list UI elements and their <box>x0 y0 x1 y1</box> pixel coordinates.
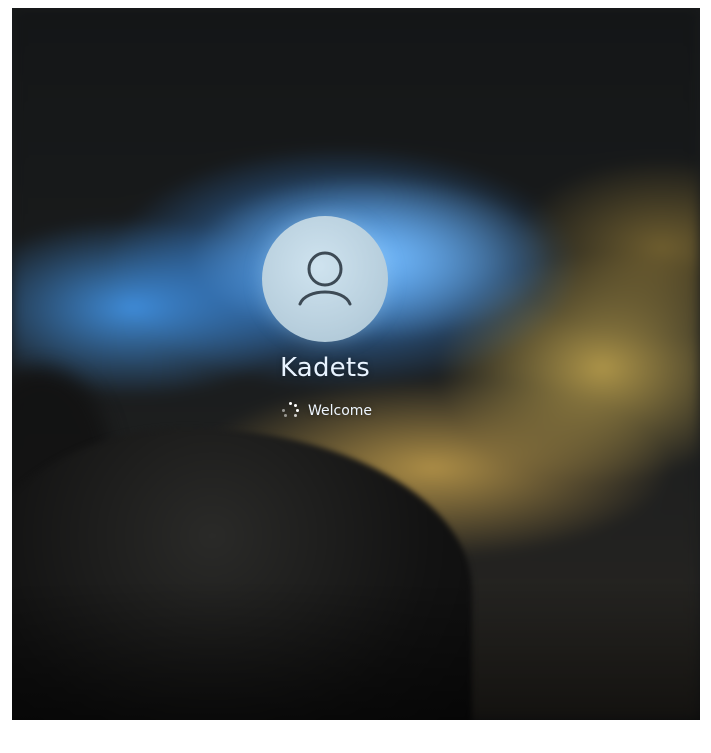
bottom-shadow <box>12 580 700 720</box>
bottom-strip <box>0 720 711 753</box>
photo-frame: Kadets Welcome <box>12 8 700 720</box>
status-label: Welcome <box>308 403 373 419</box>
username-label: Kadets <box>280 353 370 383</box>
loading-spinner-icon <box>282 402 300 420</box>
user-icon <box>298 251 352 306</box>
user-avatar <box>262 216 388 342</box>
login-status: Welcome <box>282 402 372 420</box>
